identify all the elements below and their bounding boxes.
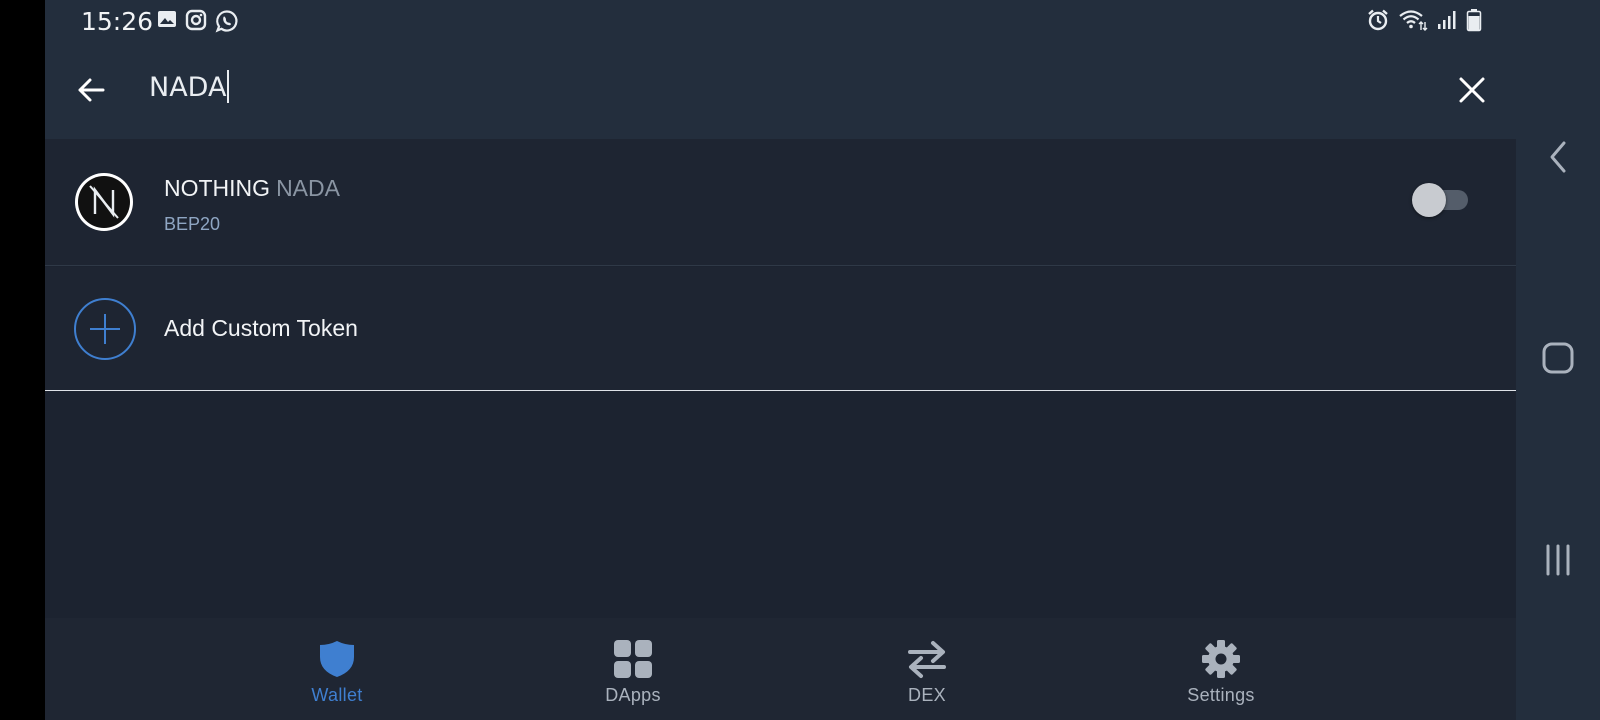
- add-custom-token-item[interactable]: Add Custom Token: [45, 267, 1516, 391]
- screen-edge: [0, 0, 45, 720]
- nav-dex[interactable]: DEX: [847, 618, 1007, 720]
- system-recents-button[interactable]: [1538, 540, 1578, 580]
- swap-arrows-icon: [905, 637, 949, 681]
- nav-dex-label: DEX: [908, 685, 946, 705]
- token-logo: [75, 173, 133, 231]
- clear-search-button[interactable]: [1452, 70, 1492, 110]
- home-icon: [1542, 342, 1574, 374]
- token-title: NOTHING NADA: [164, 175, 340, 202]
- token-list-item[interactable]: NOTHING NADA BEP20: [45, 139, 1516, 266]
- bottom-navigation: Wallet DApps DEX Settings: [45, 618, 1516, 720]
- system-home-button[interactable]: [1538, 338, 1578, 378]
- add-custom-token-label: Add Custom Token: [164, 315, 358, 341]
- search-input[interactable]: NADA: [149, 70, 230, 108]
- close-icon: [1459, 77, 1485, 103]
- alarm-icon: [1366, 8, 1390, 37]
- wifi-icon: [1398, 8, 1428, 37]
- back-icon: [1550, 141, 1566, 173]
- recents-icon: [1546, 544, 1570, 576]
- system-back-button[interactable]: [1538, 137, 1578, 177]
- nav-wallet-label: Wallet: [311, 685, 363, 705]
- arrow-left-icon: [78, 78, 105, 102]
- gear-icon: [1199, 637, 1243, 681]
- toggle-knob: [1412, 183, 1446, 217]
- nav-dapps[interactable]: DApps: [553, 618, 713, 720]
- gallery-icon: [157, 9, 177, 38]
- grid-icon: [611, 637, 655, 681]
- nav-dapps-label: DApps: [605, 685, 661, 705]
- status-time: 15:26: [81, 7, 154, 36]
- nav-wallet[interactable]: Wallet: [257, 618, 417, 720]
- signal-icon: [1436, 9, 1458, 36]
- nav-settings[interactable]: Settings: [1141, 618, 1301, 720]
- nav-settings-label: Settings: [1187, 685, 1255, 705]
- search-header: NADA: [45, 42, 1516, 139]
- back-button[interactable]: [71, 70, 111, 110]
- text-caret: [227, 70, 230, 103]
- search-query: NADA: [149, 72, 227, 103]
- status-bar: 15:26: [45, 0, 1516, 42]
- token-enable-toggle[interactable]: [1412, 183, 1468, 217]
- token-network: BEP20: [164, 214, 221, 234]
- whatsapp-icon: [215, 9, 239, 38]
- shield-icon: [315, 637, 359, 681]
- battery-icon: [1466, 8, 1482, 37]
- system-navigation-bar: [1516, 0, 1600, 720]
- app-screen: 15:26 NADA NOTHING NADA BEP20 Add Custom…: [45, 0, 1516, 720]
- instagram-icon: [185, 9, 207, 38]
- token-name: NOTHING: [164, 175, 271, 201]
- token-symbol: NADA: [276, 175, 340, 201]
- plus-circle-icon: [73, 297, 137, 361]
